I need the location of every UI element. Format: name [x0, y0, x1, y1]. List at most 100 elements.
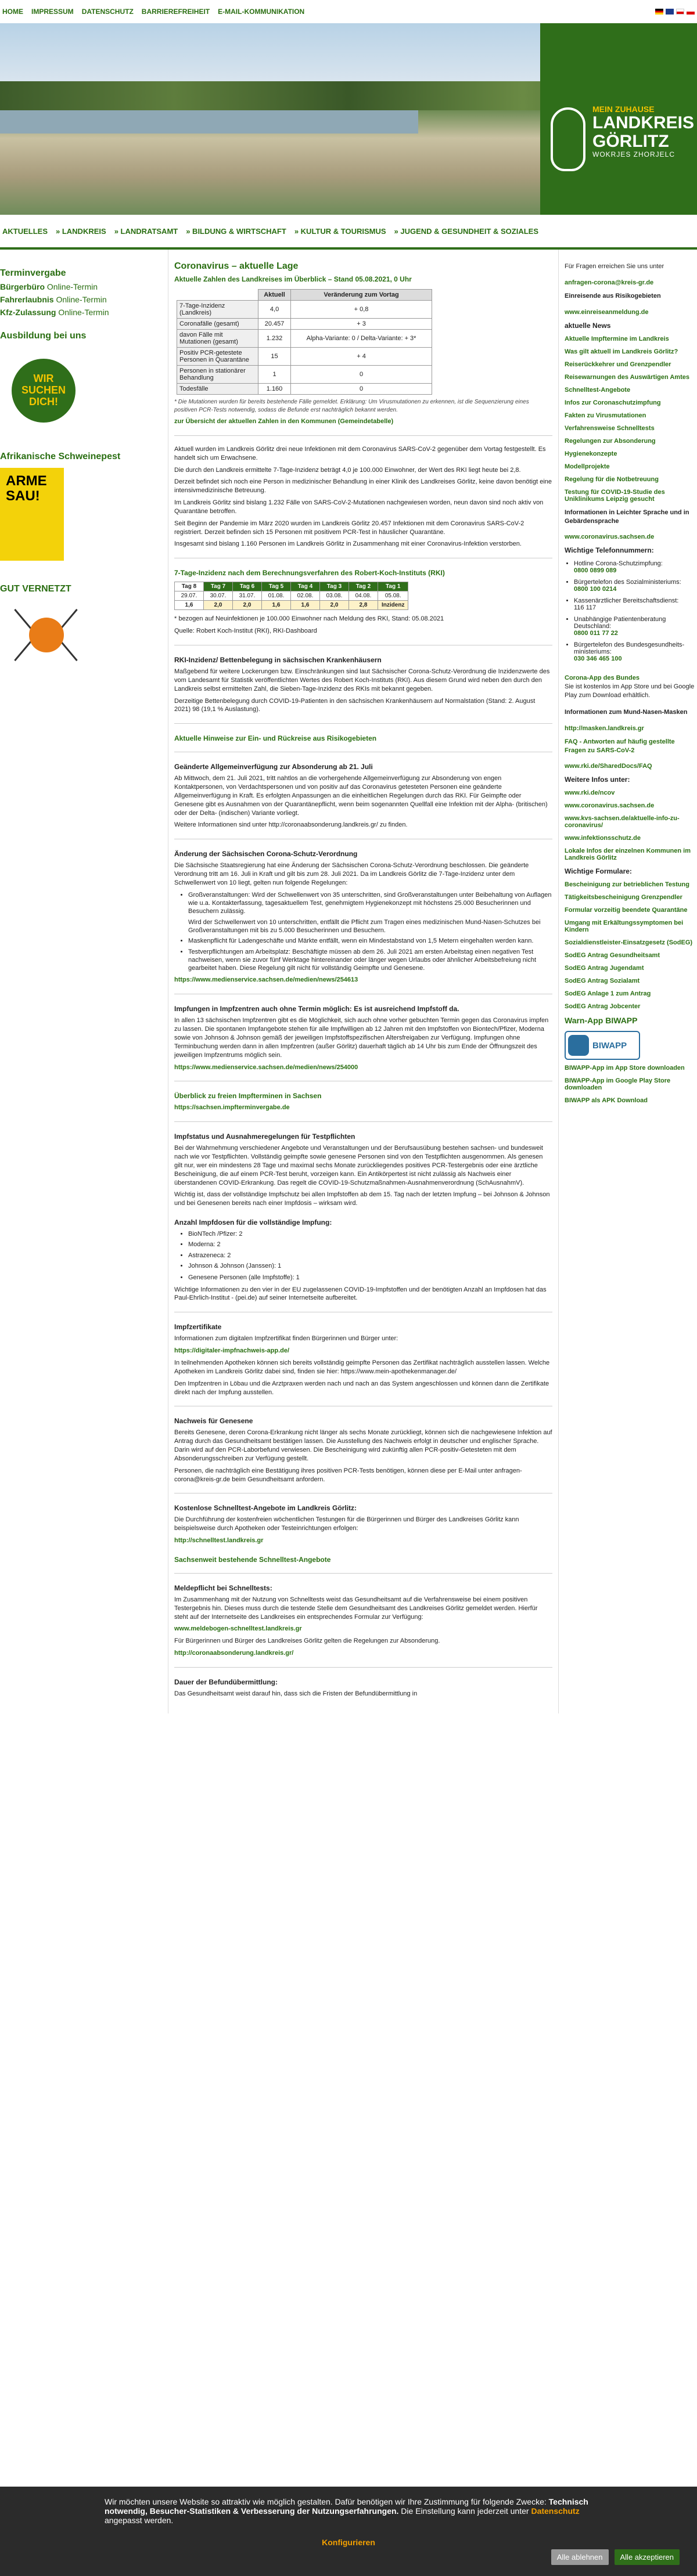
- formular-link[interactable]: Umgang mit Erkältungssymptomen bei Kinde…: [565, 919, 697, 933]
- weitere-link[interactable]: www.infektionsschutz.de: [565, 835, 697, 842]
- impftermine-link[interactable]: Überblick zu freien Impfterminen in Sach…: [174, 1092, 552, 1100]
- fragen-email-link[interactable]: anfragen-corona@kreis-gr.de: [565, 279, 697, 286]
- mainnav-landratsamt[interactable]: » LANDRATSAMT: [114, 227, 178, 236]
- nav-email[interactable]: E-MAIL-KOMMUNIKATION: [218, 8, 304, 16]
- impfterminvergabe-link[interactable]: https://sachsen.impfterminvergabe.de: [174, 1104, 290, 1111]
- formular-link[interactable]: SodEG Antrag Gesundheitsamt: [565, 952, 697, 959]
- news-link[interactable]: Fakten zu Virusmutationen: [565, 412, 697, 419]
- aenderung-title: Änderung der Sächsischen Corona-Schutz-V…: [174, 850, 358, 858]
- formular-link[interactable]: SodEG Antrag Sozialamt: [565, 977, 697, 984]
- termin-kfz[interactable]: Kfz-Zulassung Online-Termin: [0, 308, 166, 317]
- impfdosen-title: Anzahl Impfdosen für die vollständige Im…: [174, 1218, 332, 1227]
- absonderung-link[interactable]: http://coronaabsonderung.landkreis.gr/: [174, 1650, 293, 1657]
- impfzentren-link[interactable]: https://www.medienservice.sachsen.de/med…: [174, 1064, 358, 1071]
- footprint-icon: [551, 107, 585, 171]
- afrikanische-schweinepest-title[interactable]: Afrikanische Schweinepest: [0, 452, 166, 462]
- cookie-decline-button[interactable]: Alle ablehnen: [551, 2549, 609, 2565]
- corona-app-text: Sie ist kostenlos im App Store und bei G…: [565, 683, 695, 699]
- allgemeinverfuegung-link[interactable]: Weitere Informationen sind unter http://…: [174, 821, 552, 829]
- mainnav-kultur[interactable]: » KULTUR & TOURISMUS: [294, 227, 386, 236]
- formular-link[interactable]: Tätigkeitsbescheinigung Grenzpendler: [565, 894, 697, 901]
- flag-pl-icon[interactable]: [676, 9, 684, 15]
- formular-link[interactable]: SodEG Anlage 1 zum Antrag: [565, 990, 697, 997]
- impfdosen-list: BioNTech /Pfizer: 2 Moderna: 2 Astrazene…: [188, 1230, 552, 1270]
- list-item: Astrazeneca: 2: [188, 1251, 552, 1260]
- weitere-link[interactable]: Lokale Infos der einzelnen Kommunen im L…: [565, 847, 697, 861]
- mainnav-jugend[interactable]: » JUGEND & GESUNDHEIT & SOZIALES: [394, 227, 538, 236]
- divider: [174, 1572, 552, 1574]
- termin-buergerbuero[interactable]: Bürgerbüro Online-Termin: [0, 282, 166, 291]
- nav-home[interactable]: HOME: [2, 8, 23, 16]
- formular-link[interactable]: Sozialdienstleister-Einsatzgesetz (SodEG…: [565, 939, 697, 946]
- table-row: Todesfälle 1.160 0: [177, 383, 432, 395]
- cookie-datenschutz-link[interactable]: Datenschutz: [531, 2506, 579, 2516]
- faq-link[interactable]: www.rki.de/SharedDocs/FAQ: [565, 763, 697, 770]
- landkreis-logo[interactable]: MEIN ZUHAUSE LANDKREIS GÖRLITZ WOKRJES Z…: [540, 23, 697, 215]
- table-row: 7-Tage-Inzidenz (Landkreis) 4,0 + 0,8: [177, 300, 432, 319]
- mainnav-bildung[interactable]: » BILDUNG & WIRTSCHAFT: [186, 227, 286, 236]
- mutation-note: * Die Mutationen wurden für bereits best…: [174, 399, 529, 413]
- biwapp-link[interactable]: BIWAPP-App im App Store downloaden: [565, 1065, 697, 1071]
- biwapp-link[interactable]: BIWAPP-App im Google Play Store download…: [565, 1077, 697, 1091]
- weitere-link[interactable]: www.rki.de/ncov: [565, 789, 697, 796]
- medienservice-link[interactable]: https://www.medienservice.sachsen.de/med…: [174, 976, 358, 983]
- schnelltest-link[interactable]: http://schnelltest.landkreis.gr: [174, 1537, 263, 1544]
- list-item: Testverpflichtungen am Arbeitsplatz: Bes…: [188, 948, 552, 973]
- nav-datenschutz[interactable]: DATENSCHUTZ: [82, 8, 134, 16]
- news-link[interactable]: Testung für COVID-19-Studie des Uniklini…: [565, 489, 697, 503]
- biwapp-link[interactable]: BIWAPP als APK Download: [565, 1097, 697, 1104]
- news-link[interactable]: Reisewarnungen des Auswärtigen Amtes: [565, 374, 697, 381]
- news-link[interactable]: Regelungen zur Absonderung: [565, 438, 697, 445]
- inzidenz-source[interactable]: Quelle: Robert Koch-Institut (RKI), RKI-…: [174, 627, 552, 636]
- network-bug-icon[interactable]: [12, 600, 81, 670]
- hinweise-link[interactable]: Aktuelle Hinweise zur Ein- und Rückreise…: [174, 734, 552, 742]
- meldebogen-link[interactable]: www.meldebogen-schnelltest.landkreis.gr: [174, 1625, 302, 1632]
- news-link[interactable]: Verfahrensweise Schnelltests: [565, 425, 697, 432]
- nav-impressum[interactable]: IMPRESSUM: [31, 8, 74, 16]
- news-link[interactable]: Was gilt aktuell im Landkreis Görlitz?: [565, 348, 697, 355]
- masken-link[interactable]: http://masken.landkreis.gr: [565, 725, 697, 732]
- logo-big-text-2: GÖRLITZ: [592, 131, 669, 151]
- formular-link[interactable]: SodEG Antrag Jobcenter: [565, 1003, 697, 1010]
- formular-link[interactable]: Bescheinigung zur betrieblichen Testung: [565, 881, 697, 888]
- formular-link[interactable]: SodEG Antrag Jugendamt: [565, 965, 697, 972]
- kommunen-link[interactable]: zur Übersicht der aktuellen Zahlen in de…: [174, 418, 393, 425]
- genesene-title: Nachweis für Genesene: [174, 1417, 253, 1426]
- leichte-sprache-link[interactable]: www.coronavirus.sachsen.de: [565, 533, 697, 540]
- impfnachweis-link[interactable]: https://digitaler-impfnachweis-app.de/: [174, 1347, 289, 1354]
- news-title: aktuelle News: [565, 321, 611, 330]
- weitere-link[interactable]: www.coronavirus.sachsen.de: [565, 802, 697, 809]
- termin-link[interactable]: Online-Termin: [54, 295, 106, 304]
- formular-link[interactable]: Formular vorzeitig beendete Quarantäne: [565, 907, 697, 914]
- sachsen-schnelltest-link[interactable]: Sachsenweit bestehende Schnelltest-Angeb…: [174, 1556, 552, 1564]
- biwapp-logo[interactable]: BIWAPP: [565, 1031, 640, 1060]
- weitere-link[interactable]: www.kvs-sachsen.de/aktuelle-info-zu-coro…: [565, 815, 697, 829]
- termin-link[interactable]: Online-Termin: [45, 282, 98, 291]
- news-link[interactable]: Infos zur Coronaschutzimpfung: [565, 399, 697, 406]
- news-link[interactable]: Hygienekonzepte: [565, 450, 697, 457]
- paragraph-behandlung: Derzeit befindet sich noch eine Person i…: [174, 478, 552, 495]
- betten-paragraph: Derzeitige Bettenbelegung durch COVID-19…: [174, 697, 536, 713]
- news-link[interactable]: Reiserückkehrer und Grenzpendler: [565, 361, 697, 368]
- flag-de-icon[interactable]: [655, 9, 663, 15]
- news-link[interactable]: Aktuelle Impftermine im Landkreis: [565, 335, 697, 342]
- news-link[interactable]: Schnelltest-Angebote: [565, 387, 697, 394]
- arme-sau-poster[interactable]: ARME SAU!: [0, 468, 64, 561]
- termin-fahrerlaubnis[interactable]: Fahrerlaubnis Online-Termin: [0, 295, 166, 304]
- news-link[interactable]: Regelung für die Notbetreuung: [565, 476, 697, 483]
- news-link[interactable]: Modellprojekte: [565, 463, 697, 470]
- einreise-link[interactable]: www.einreiseanmeldung.de: [565, 309, 697, 316]
- flag-gb-icon[interactable]: [666, 9, 674, 15]
- befund-title: Dauer der Befundübermittlung:: [174, 1678, 278, 1686]
- wir-suchen-dich-badge[interactable]: WIR SUCHEN DICH!: [12, 359, 76, 423]
- ausbildung-title[interactable]: Ausbildung bei uns: [0, 331, 166, 341]
- mainnav-landkreis[interactable]: » LANDKREIS: [56, 227, 106, 236]
- termin-link[interactable]: Online-Termin: [56, 308, 109, 317]
- list-item: Moderna: 2: [188, 1240, 552, 1249]
- flag-cz-icon[interactable]: [687, 9, 695, 15]
- cookie-accept-button[interactable]: Alle akzeptieren: [614, 2549, 680, 2565]
- cookie-configure-link[interactable]: Konfigurieren: [105, 2538, 592, 2547]
- nav-barrierefreiheit[interactable]: BARRIEREFREIHEIT: [142, 8, 210, 16]
- mainnav-aktuelles[interactable]: AKTUELLES: [2, 227, 48, 236]
- gut-vernetzt-title[interactable]: GUT VERNETZT: [0, 584, 166, 594]
